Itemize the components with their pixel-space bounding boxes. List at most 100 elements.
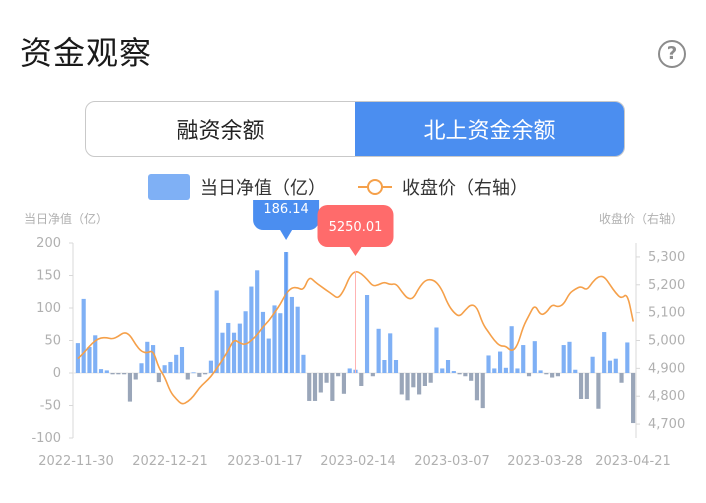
right-tick-label: 4,800 [648,389,685,404]
net-flow-bar [607,360,613,373]
net-flow-bar [411,373,416,388]
net-flow-bar [81,298,86,373]
net-flow-bar [122,373,127,375]
x-tick-label: 2023-01-17 [227,454,303,469]
help-icon[interactable]: ? [658,40,686,68]
net-flow-bar [584,373,589,399]
net-flow-bar [567,341,572,373]
left-axis-title: 当日净值（亿） [24,211,108,226]
net-flow-bar [486,355,491,373]
x-tick-label: 2022-11-30 [38,454,114,469]
right-tick-label: 5,200 [648,278,685,293]
right-tick-label: 4,900 [648,361,685,376]
net-flow-chart[interactable]: 当日净值（亿） 收盘价（右轴） 200 150 100 50 0 -50 -100 5,300 5,… [0,200,706,503]
net-flow-bar [87,347,92,373]
left-tick-label: 0 [53,366,61,381]
net-flow-bar [602,332,607,373]
net-flow-bar [480,373,485,409]
net-flow-bar [185,373,190,380]
net-flow-bar [422,373,427,386]
net-flow-bar [231,332,237,373]
net-flow-bar [445,360,451,373]
net-flow-bar [474,373,480,401]
net-flow-bar [561,345,566,373]
net-flow-bar [532,341,537,373]
net-flow-bar [237,323,242,373]
page-title: 资金观察 [20,34,153,72]
bar-legend-swatch[interactable] [148,174,190,200]
net-flow-bar [521,345,526,373]
net-flow-bar [179,347,185,373]
net-flow-bar [526,373,532,377]
net-flow-bar [498,351,503,373]
net-flow-bar [127,373,133,402]
net-flow-bar [428,373,433,383]
x-tick-label: 2023-03-28 [507,454,583,469]
net-flow-bar [295,306,300,373]
x-tick-label: 2023-04-21 [595,454,671,469]
left-tick-label: 200 [36,236,61,251]
net-flow-bar [578,373,584,399]
bar-legend-label[interactable]: 当日净值（亿） [200,174,326,200]
net-flow-bar [104,370,109,373]
net-flow-bar [619,373,624,383]
line-legend-icon[interactable] [358,177,392,197]
net-flow-bar [538,370,543,373]
net-flow-bar [336,373,341,377]
net-flow-bar [307,373,312,401]
line-tooltip-pointer [349,247,362,256]
right-tick-label: 5,300 [648,250,685,265]
net-flow-bar [162,365,167,373]
net-flow-bar [631,373,636,424]
net-flow-bar [469,373,474,381]
net-flow-bar [341,373,347,394]
net-flow-bar [116,373,121,375]
x-tick-label: 2023-03-07 [414,454,490,469]
chart-legend: 当日净值（亿） 收盘价（右轴） [148,173,528,201]
right-tick-label: 4,700 [648,417,685,432]
net-flow-bar [139,363,144,373]
net-flow-bar [255,270,260,373]
net-flow-bar [98,369,104,373]
net-flow-bar [393,360,399,373]
net-flow-bar [243,311,248,373]
tab-northbound-balance[interactable]: 北上资金余额 [355,102,624,156]
net-flow-bar [573,369,578,373]
net-flow-bar [364,295,370,373]
left-tick-label: -50 [40,399,61,414]
net-flow-bar [434,327,439,373]
net-flow-bar [208,360,213,373]
left-tick-label: 50 [44,334,61,349]
net-flow-bar [324,373,329,383]
net-flow-bar [550,373,555,378]
net-flow-bar [596,373,601,409]
net-flow-bar [370,373,375,377]
net-flow-bar [503,367,508,373]
tab-margin-balance[interactable]: 融资余额 [86,102,355,156]
bar-tooltip-pointer [280,230,293,240]
net-flow-bar [289,296,294,373]
net-flow-bar [145,341,150,373]
net-flow-bar [399,373,404,395]
bar-tooltip-value: 186.14 [263,202,309,217]
net-flow-bar [278,313,283,373]
net-flow-bar [318,373,323,393]
left-tick-label: -100 [31,431,61,446]
net-flow-bar [544,373,549,375]
right-axis-title: 收盘价（右轴） [599,211,683,226]
net-flow-bar [266,338,271,373]
net-flow-bar [151,345,156,373]
net-flow-bar [463,373,468,377]
left-tick-label: 100 [36,301,61,316]
net-flow-bar [388,333,393,373]
net-flow-bar [168,361,173,373]
net-flow-bar [203,373,208,375]
net-flow-bar [405,373,410,401]
net-flow-bar [590,356,595,373]
net-flow-bar [249,286,254,373]
right-tick-label: 5,100 [648,306,685,321]
net-flow-bar [220,332,225,373]
line-legend-label[interactable]: 收盘价（右轴） [402,174,528,200]
net-flow-bar [376,328,381,373]
net-flow-bar [359,373,364,386]
